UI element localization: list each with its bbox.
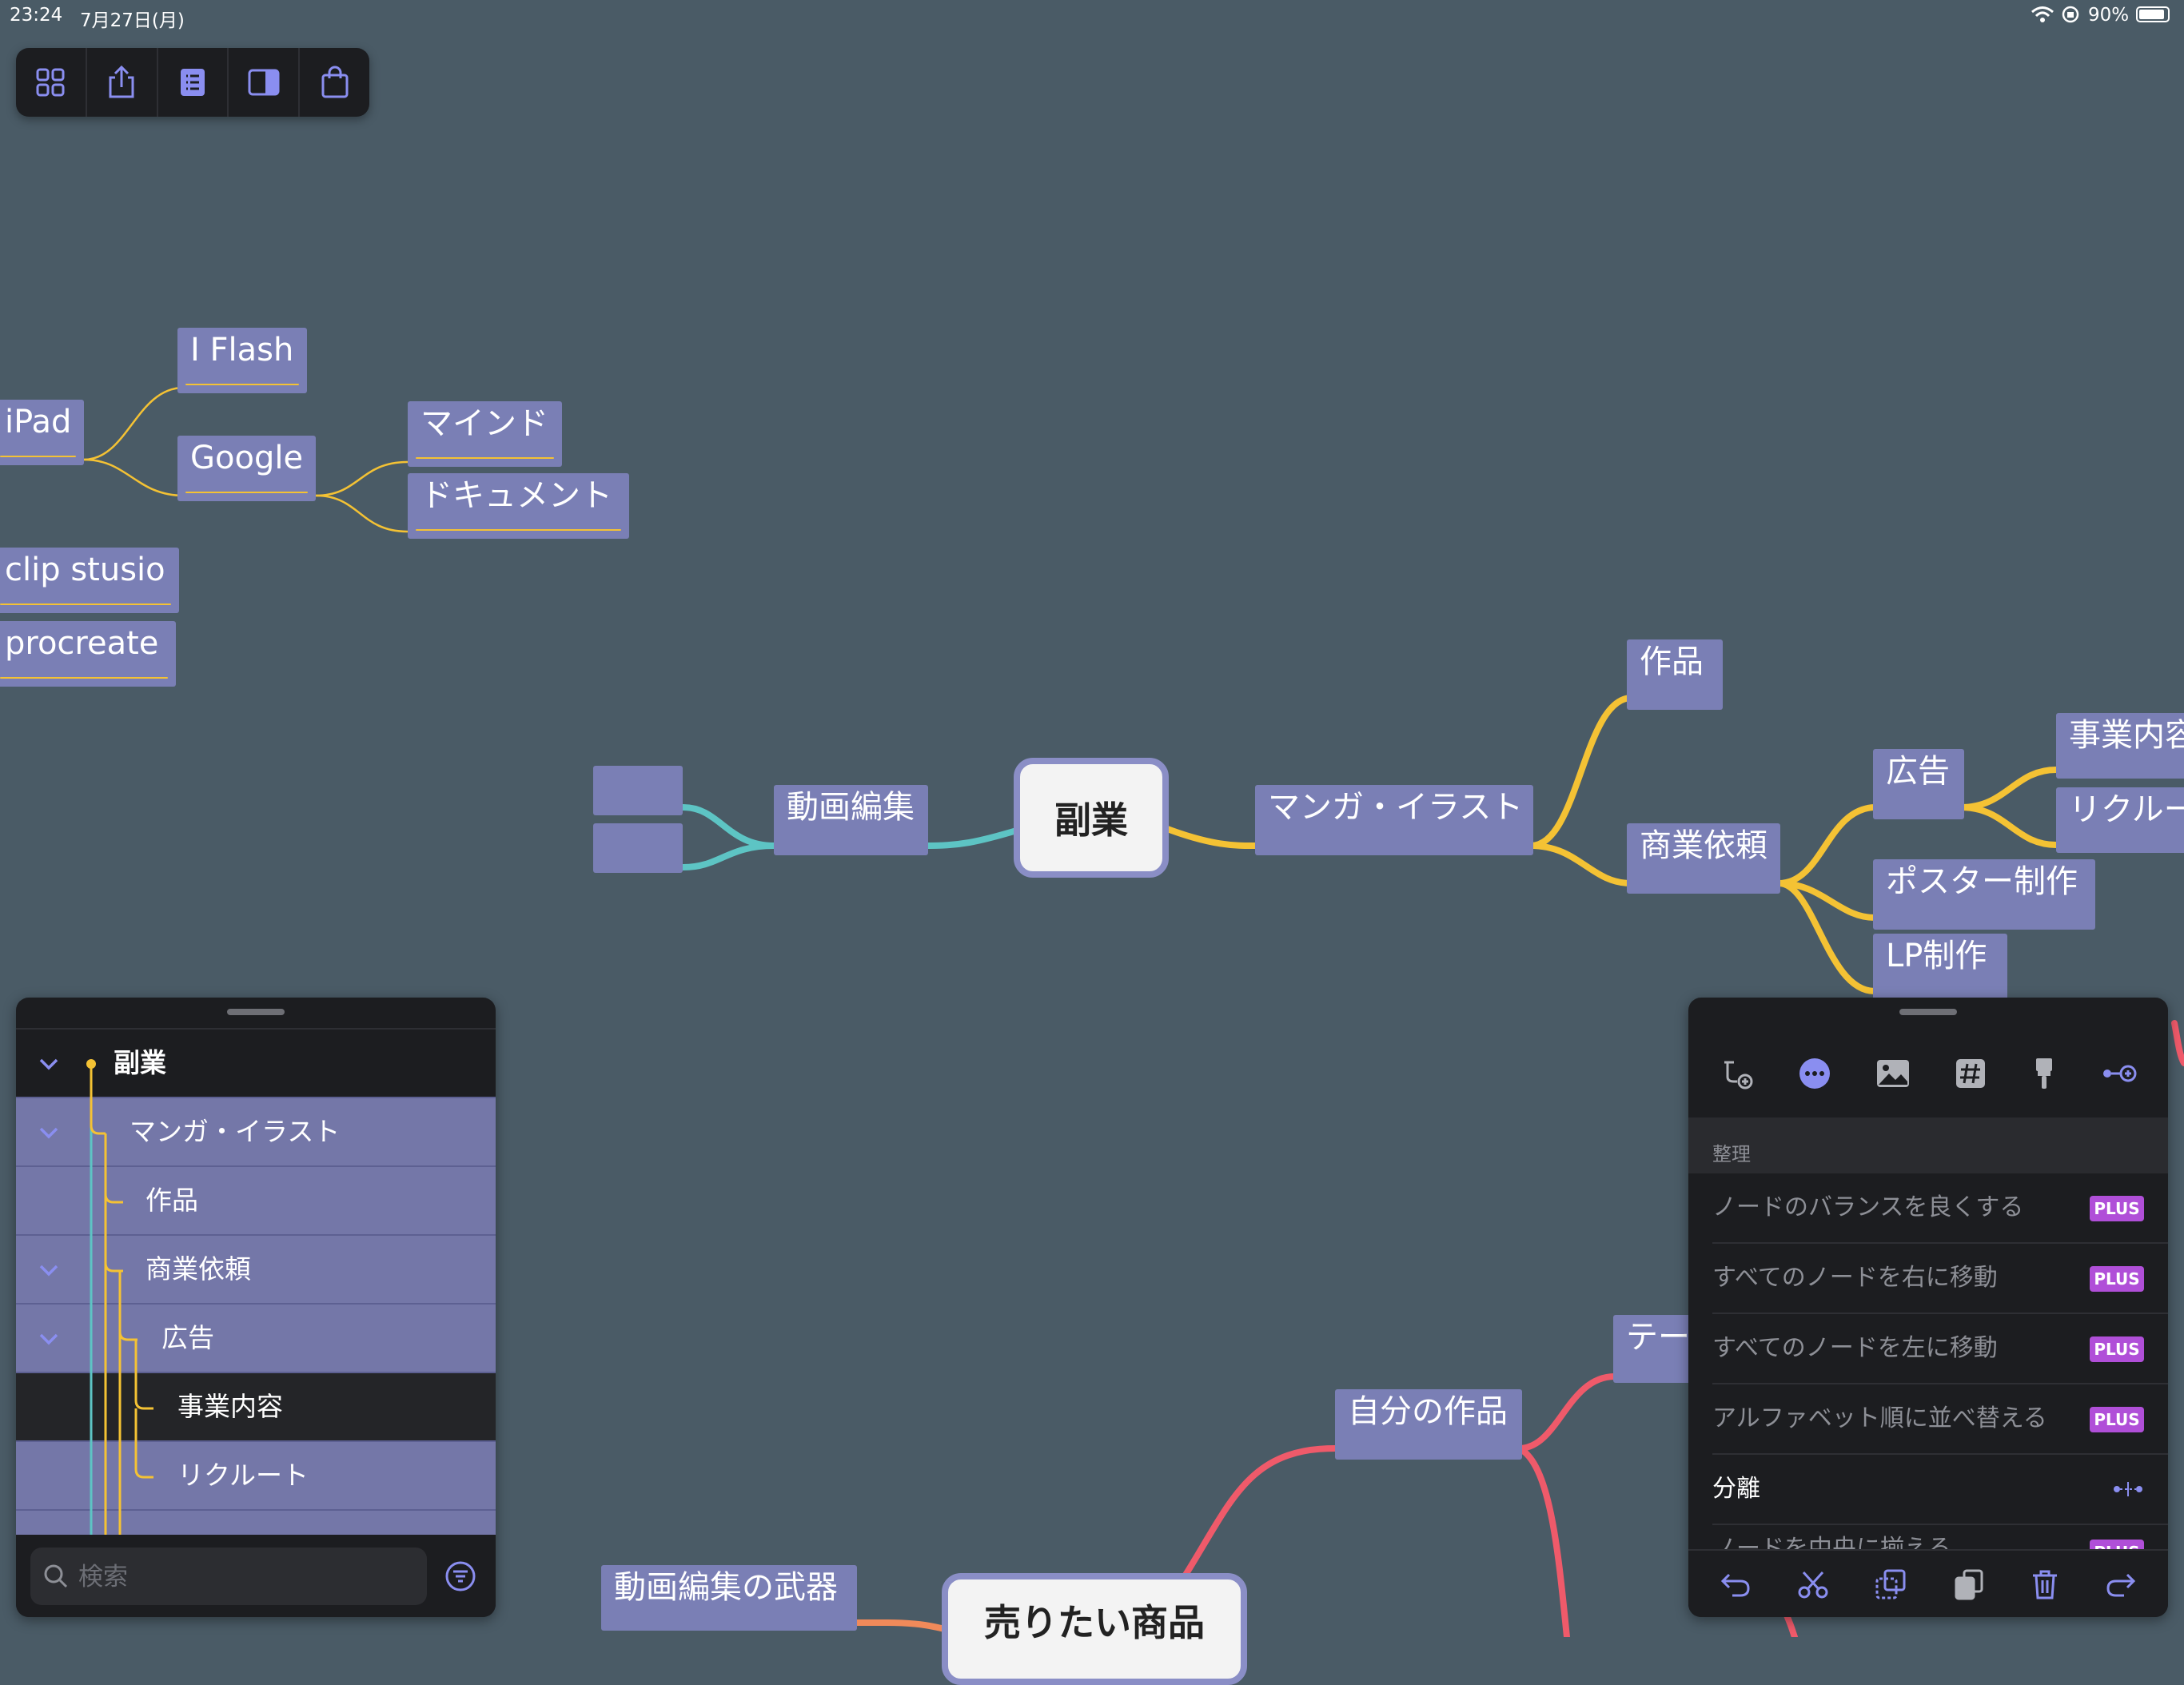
node-douga-hensyu[interactable]: 動画編集 bbox=[774, 785, 928, 855]
search-icon bbox=[44, 1564, 68, 1588]
node-procreate[interactable]: procreate bbox=[0, 621, 176, 687]
node-kokoku[interactable]: 広告 bbox=[1873, 749, 1964, 819]
menu-sort-alpha[interactable]: アルファベット順に並べ替える PLUS bbox=[1712, 1384, 2168, 1455]
cut-icon[interactable] bbox=[1797, 1569, 1829, 1599]
menu-balance-nodes[interactable]: ノードのバランスを良くする PLUS bbox=[1712, 1173, 2168, 1244]
wifi-icon bbox=[2031, 5, 2054, 27]
inspector-panel: 整理 ノードのバランスを良くする PLUS すべてのノードを右に移動 PLUS すべ… bbox=[1688, 998, 2168, 1617]
redo-icon[interactable] bbox=[2105, 1570, 2137, 1599]
node-document[interactable]: ドキュメント bbox=[408, 473, 629, 539]
node-shogyo-irai[interactable]: 商業依頼 bbox=[1627, 823, 1780, 894]
share-icon[interactable] bbox=[87, 48, 158, 117]
node-blank-2[interactable] bbox=[593, 823, 683, 873]
outline-tree-lines bbox=[86, 1059, 153, 1535]
node-ipad[interactable]: iPad bbox=[0, 400, 84, 465]
node-clip-studio[interactable]: clip stusio bbox=[0, 548, 179, 613]
filter-icon[interactable] bbox=[444, 1560, 476, 1592]
image-icon[interactable] bbox=[1875, 1058, 1911, 1089]
inspector-section-header: 整理 bbox=[1688, 1117, 2168, 1173]
node-jigyo-naiyo[interactable]: 事業内容 bbox=[2056, 713, 2184, 779]
outline-icon[interactable] bbox=[158, 48, 229, 117]
undo-icon[interactable] bbox=[1720, 1570, 1752, 1599]
node-iflash[interactable]: I Flash bbox=[177, 328, 307, 393]
menu-align-center[interactable]: ノードを中央に揃えるPLUS bbox=[1712, 1525, 2168, 1551]
tag-icon[interactable] bbox=[1954, 1057, 1987, 1090]
paste-icon[interactable] bbox=[1953, 1568, 1985, 1600]
inspector-drag-handle[interactable] bbox=[1899, 1009, 1957, 1015]
plus-badge: PLUS bbox=[2090, 1336, 2144, 1362]
battery-percent: 90% bbox=[2088, 5, 2130, 26]
search-field[interactable] bbox=[30, 1548, 427, 1607]
menu-move-right[interactable]: すべてのノードを右に移動 PLUS bbox=[1712, 1244, 2168, 1314]
node-blank-1[interactable] bbox=[593, 766, 683, 815]
sidebar-icon[interactable] bbox=[229, 48, 301, 117]
node-google[interactable]: Google bbox=[177, 436, 316, 501]
root-node-uritai-shohin[interactable]: 売りたい商品 bbox=[942, 1573, 1247, 1685]
grid-icon[interactable] bbox=[16, 48, 87, 117]
branch-add-icon[interactable] bbox=[1720, 1056, 1755, 1091]
copy-icon[interactable] bbox=[1875, 1568, 1907, 1600]
node-lp[interactable]: LP制作 bbox=[1873, 934, 2007, 1004]
outline-panel: 副業 マンガ・イラスト 作品 商業依頼 広告 事業内容 リクルート bbox=[16, 998, 496, 1617]
node-mind[interactable]: マインド bbox=[408, 401, 562, 467]
plus-badge: PLUS bbox=[2090, 1407, 2144, 1432]
node-sakuhin[interactable]: 作品 bbox=[1627, 639, 1723, 710]
section-title: 整理 bbox=[1712, 1143, 1751, 1165]
status-date: 7月27日(月) bbox=[80, 10, 185, 31]
node-jibun-sakuhin[interactable]: 自分の作品 bbox=[1335, 1389, 1522, 1460]
inspector-tabs bbox=[1688, 1030, 2168, 1117]
detach-icon bbox=[2114, 1482, 2142, 1496]
node-recruit[interactable]: リクルート bbox=[2056, 787, 2184, 853]
delete-icon[interactable] bbox=[2031, 1568, 2059, 1600]
status-time: 23:24 bbox=[10, 5, 63, 26]
more-icon[interactable] bbox=[1797, 1056, 1832, 1091]
connect-icon[interactable] bbox=[2101, 1062, 2138, 1085]
menu-move-left[interactable]: すべてのノードを左に移動 PLUS bbox=[1712, 1314, 2168, 1384]
orientation-lock-icon bbox=[2061, 5, 2080, 27]
node-manga-illust[interactable]: マンガ・イラスト bbox=[1255, 785, 1533, 855]
menu-detach[interactable]: 分離 bbox=[1712, 1455, 2168, 1525]
node-poster[interactable]: ポスター制作 bbox=[1873, 859, 2095, 930]
root-node-fukugyo[interactable]: 副業 bbox=[1014, 758, 1169, 878]
node-douga-buki[interactable]: 動画編集の武器 bbox=[601, 1565, 857, 1631]
brush-icon[interactable] bbox=[2030, 1056, 2058, 1091]
plus-badge: PLUS bbox=[2090, 1196, 2144, 1221]
plus-badge: PLUS bbox=[2090, 1266, 2144, 1292]
inspector-bottom-bar bbox=[1688, 1549, 2168, 1617]
battery-icon bbox=[2136, 6, 2170, 22]
store-icon[interactable] bbox=[300, 48, 369, 117]
main-toolbar bbox=[16, 48, 369, 117]
search-input[interactable] bbox=[77, 1548, 416, 1607]
